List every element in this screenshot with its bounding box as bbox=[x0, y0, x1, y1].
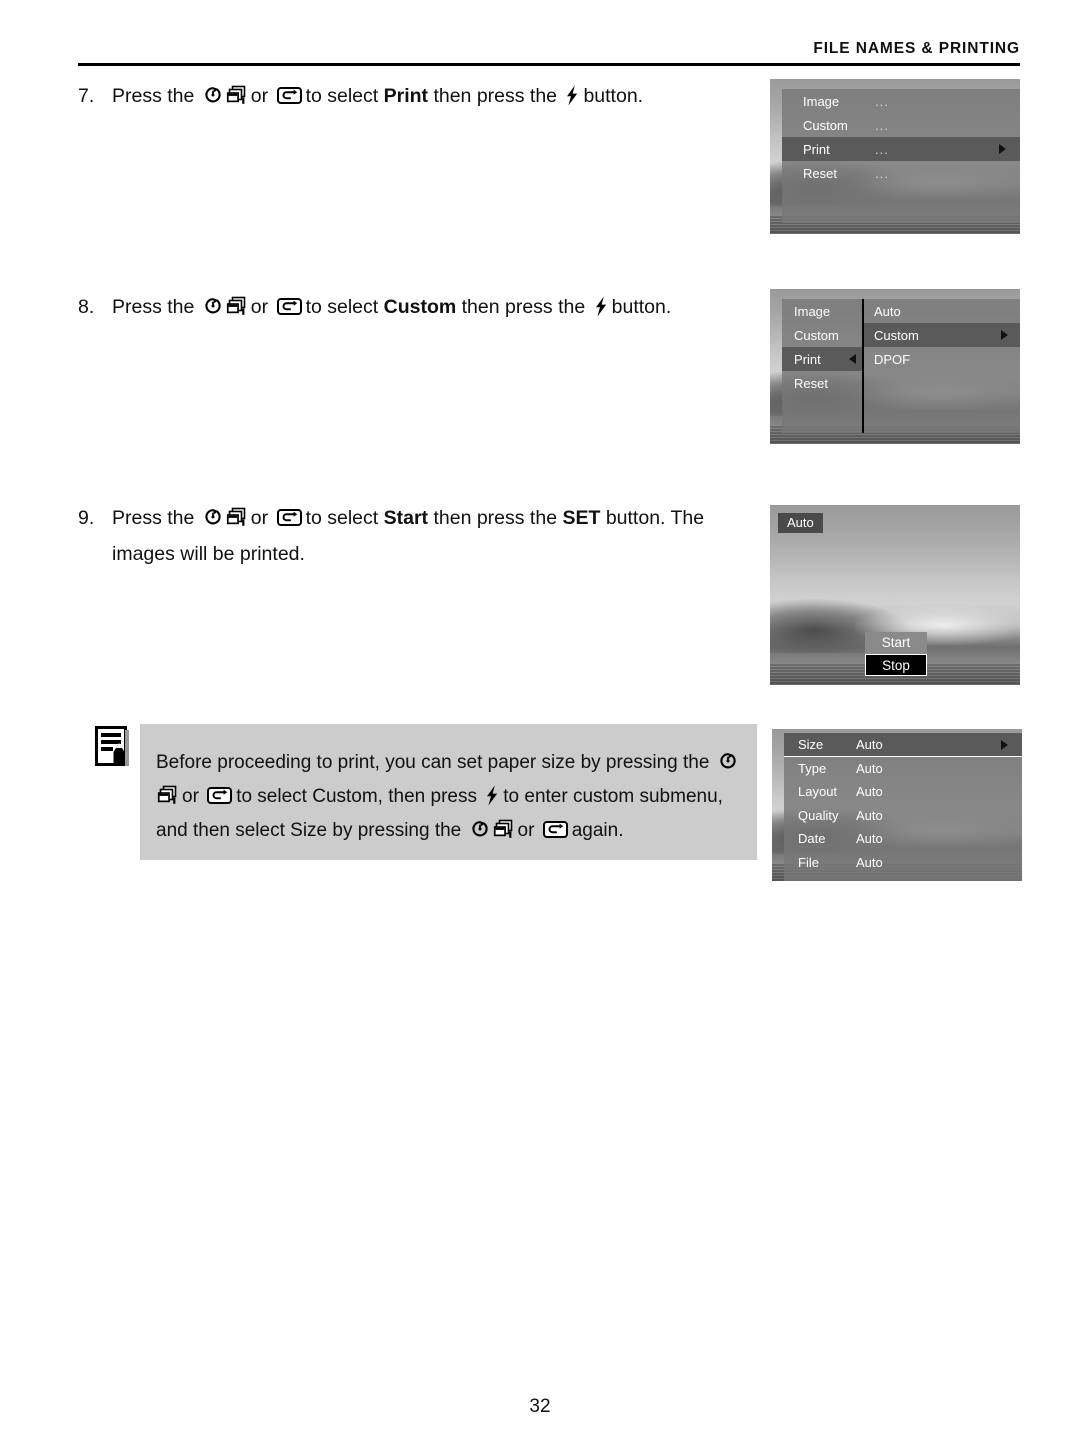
menu-item-date[interactable]: Date Auto bbox=[784, 827, 1022, 851]
menu-item-label: Custom bbox=[803, 117, 848, 133]
camera-screen-paper-settings: Size Auto Type Auto Layout Auto Quality Auto Dat… bbox=[772, 729, 1022, 881]
menu-item-reset[interactable]: Reset... bbox=[782, 161, 1020, 185]
flash-icon bbox=[594, 296, 608, 317]
continuous-shooting-icon bbox=[157, 785, 178, 805]
instruction-step-9: 9. Press the or to select Start then pre… bbox=[78, 500, 768, 572]
menu-item-label: Print bbox=[803, 141, 830, 157]
menu-item-value: Auto bbox=[856, 854, 883, 870]
menu-item-value: ... bbox=[875, 141, 889, 157]
print-menu-panel: Image... Custom... Print... Reset... bbox=[782, 89, 1020, 223]
menu-item-label: Quality bbox=[798, 807, 839, 823]
menu-item-dpof[interactable]: DPOF bbox=[864, 347, 1020, 371]
menu-item-label: Date bbox=[798, 831, 826, 847]
return-arrow-icon bbox=[207, 787, 233, 804]
menu-item-type[interactable]: Type Auto bbox=[784, 757, 1022, 781]
menu-item-label: Size bbox=[798, 736, 824, 752]
custom-menu-right-panel: Auto Custom DPOF bbox=[862, 299, 1020, 433]
menu-item-file[interactable]: File Auto bbox=[784, 851, 1022, 875]
menu-item-reset[interactable]: Reset bbox=[782, 371, 862, 395]
menu-item-custom[interactable]: Custom bbox=[782, 323, 862, 347]
page-title: FILE NAMES & PRINTING bbox=[813, 40, 1020, 57]
menu-item-label: Image bbox=[794, 303, 831, 319]
instruction-step-8: 8. Press the or to select Custom then pr… bbox=[78, 289, 768, 325]
step-number: 8. bbox=[78, 296, 95, 318]
menu-item-label: Auto bbox=[874, 303, 901, 319]
caret-right-icon bbox=[1001, 740, 1008, 750]
return-arrow-icon bbox=[542, 821, 568, 838]
step-number: 7. bbox=[78, 85, 95, 107]
note-box: Before proceeding to print, you can set … bbox=[140, 724, 757, 860]
self-timer-icon bbox=[203, 296, 223, 316]
menu-item-value: Auto bbox=[856, 807, 883, 823]
menu-item-label: Custom bbox=[874, 327, 919, 343]
menu-item-print[interactable]: Print... bbox=[782, 137, 1020, 161]
menu-item-value: ... bbox=[875, 165, 889, 181]
menu-item-label: Custom bbox=[794, 327, 839, 343]
start-stop-button-group: Start Stop bbox=[865, 632, 927, 676]
menu-item-label: File bbox=[798, 854, 819, 870]
emphasis-text: Start bbox=[383, 507, 429, 529]
custom-menu-left-panel: Image Custom Print Reset bbox=[782, 299, 862, 433]
continuous-shooting-icon bbox=[226, 507, 247, 527]
menu-item-label: Type bbox=[798, 760, 827, 776]
caret-left-icon bbox=[849, 354, 856, 364]
stop-button[interactable]: Stop bbox=[865, 654, 927, 676]
menu-item-label: Reset bbox=[803, 165, 837, 181]
page-number: 32 bbox=[529, 1396, 551, 1417]
self-timer-icon bbox=[203, 507, 223, 527]
paper-menu-panel: Size Auto Type Auto Layout Auto Quality Auto Dat… bbox=[784, 733, 1022, 881]
step-text: Press the or to select Print then press … bbox=[112, 85, 644, 107]
menu-item-image[interactable]: Image... bbox=[782, 89, 1020, 113]
menu-item-label: Reset bbox=[794, 375, 828, 391]
step-text: Press the or to select Custom then press… bbox=[112, 296, 672, 318]
menu-item-auto[interactable]: Auto bbox=[864, 299, 1020, 323]
caret-right-icon bbox=[1001, 330, 1008, 340]
note-pencil-icon bbox=[95, 726, 131, 768]
camera-screen-custom-submenu: Image Custom Print Reset Auto Custom DPOF bbox=[770, 289, 1020, 444]
menu-item-print[interactable]: Print bbox=[782, 347, 862, 371]
self-timer-icon bbox=[203, 85, 223, 105]
continuous-shooting-icon bbox=[226, 296, 247, 316]
emphasis-text: Custom bbox=[383, 296, 457, 318]
step-text: Press the or to select Start then press … bbox=[112, 507, 705, 565]
camera-screen-start-stop: Auto Start Stop bbox=[770, 505, 1020, 685]
continuous-shooting-icon bbox=[493, 819, 514, 839]
menu-item-size[interactable]: Size Auto bbox=[784, 733, 1022, 757]
return-arrow-icon bbox=[276, 87, 302, 104]
self-timer-icon bbox=[470, 819, 490, 839]
menu-item-label: Layout bbox=[798, 784, 838, 800]
menu-item-label: Image bbox=[803, 93, 840, 109]
note-callout: Before proceeding to print, you can set … bbox=[95, 722, 765, 864]
menu-item-custom[interactable]: Custom bbox=[864, 323, 1020, 347]
menu-item-value: Auto bbox=[856, 760, 883, 776]
continuous-shooting-icon bbox=[226, 85, 247, 105]
menu-item-value: ... bbox=[875, 117, 889, 133]
menu-item-custom[interactable]: Custom... bbox=[782, 113, 1020, 137]
menu-item-value: Auto bbox=[856, 736, 883, 752]
emphasis-text: Print bbox=[383, 85, 429, 107]
menu-item-quality[interactable]: Quality Auto bbox=[784, 804, 1022, 828]
flash-icon bbox=[485, 785, 499, 806]
note-text: Before proceeding to print, you can set … bbox=[156, 746, 743, 848]
return-arrow-icon bbox=[276, 509, 302, 526]
step-number: 9. bbox=[78, 507, 95, 529]
self-timer-icon bbox=[718, 751, 738, 771]
menu-item-layout[interactable]: Layout Auto bbox=[784, 780, 1022, 804]
mode-badge-auto: Auto bbox=[778, 513, 823, 533]
caret-right-icon bbox=[999, 144, 1006, 154]
flash-icon bbox=[565, 85, 579, 106]
menu-item-label: Print bbox=[794, 351, 821, 367]
menu-item-value: Auto bbox=[856, 831, 883, 847]
start-button[interactable]: Start bbox=[865, 632, 927, 654]
return-arrow-icon bbox=[276, 298, 302, 315]
menu-item-value: Auto bbox=[856, 784, 883, 800]
emphasis-text: SET bbox=[562, 507, 601, 529]
header-divider bbox=[78, 63, 1020, 66]
menu-item-image[interactable]: Image bbox=[782, 299, 862, 323]
camera-screen-print-menu: Image... Custom... Print... Reset... bbox=[770, 79, 1020, 234]
menu-item-label: DPOF bbox=[874, 351, 911, 367]
instruction-step-7: 7. Press the or to select Print then pre… bbox=[78, 78, 768, 114]
menu-item-value: ... bbox=[875, 93, 889, 109]
